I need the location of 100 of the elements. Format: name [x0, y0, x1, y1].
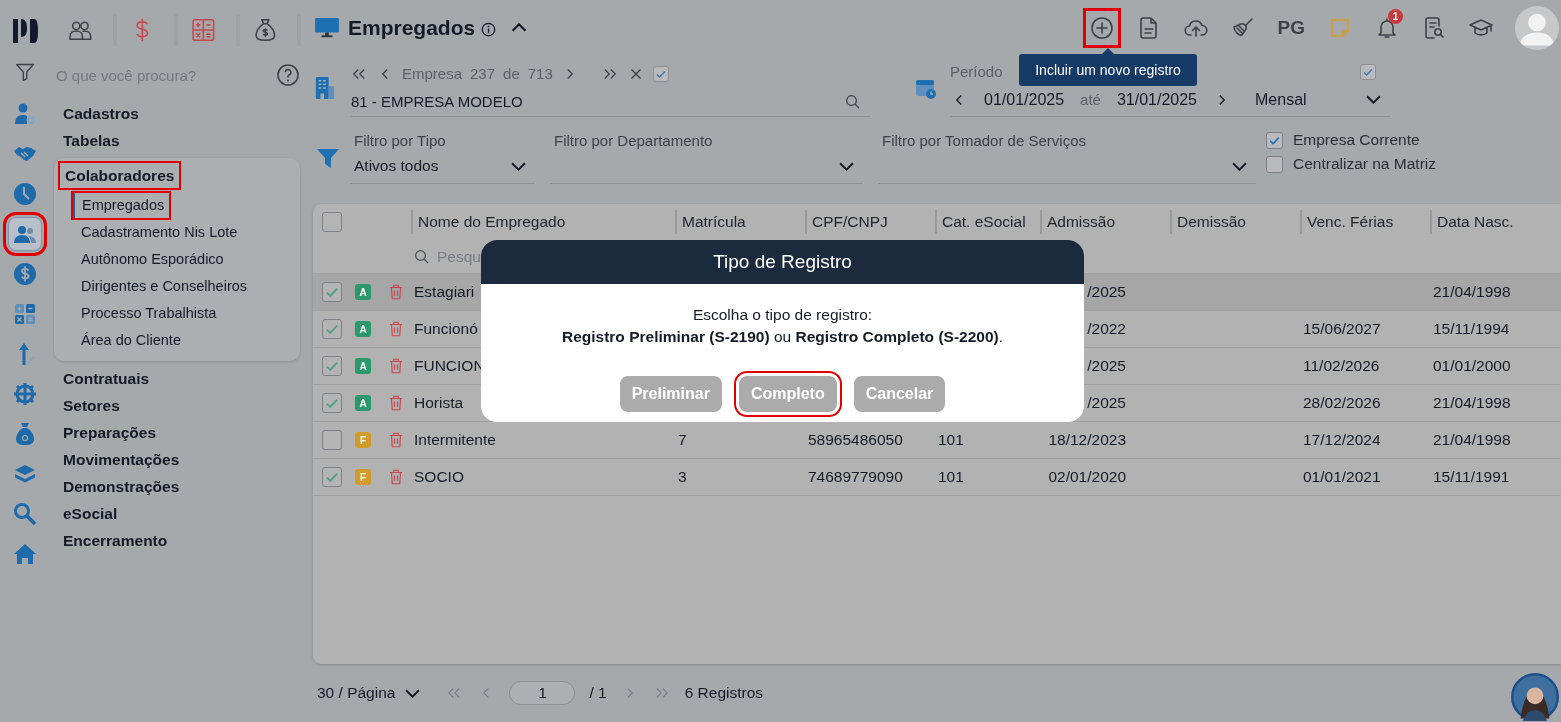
date-cell: /2025 [1087, 283, 1126, 300]
checkbox[interactable] [322, 282, 342, 302]
checkbox[interactable] [322, 467, 342, 487]
menu-item[interactable]: Setores [57, 392, 126, 419]
tooltip: Incluir um novo registro [1019, 54, 1197, 86]
period-dropdown[interactable]: Mensal [1255, 90, 1390, 109]
menu-item[interactable]: Demonstrações [57, 473, 186, 500]
checkbox-label: Centralizar na Matriz [1293, 155, 1436, 173]
document-cell: 74689779090 [808, 468, 903, 485]
logo-icon [11, 17, 39, 45]
column-header[interactable]: Venc. Férias [1307, 213, 1394, 231]
checkbox[interactable] [1266, 155, 1283, 173]
search-icon[interactable] [844, 92, 862, 111]
page-input[interactable]: 1 [509, 681, 576, 705]
name-cell: Horista [414, 394, 464, 411]
checkbox[interactable] [322, 212, 342, 232]
company-field[interactable]: 81 - EMPRESA MODELO [351, 87, 870, 117]
filter-dropdown[interactable]: Filtro por Tomador de Serviços [878, 128, 1256, 184]
tooltip-pointer [1102, 48, 1114, 54]
trash-icon[interactable] [387, 320, 405, 338]
menu-item[interactable]: eSocial [57, 500, 124, 527]
code-cell: 101 [938, 468, 964, 485]
checkbox[interactable] [322, 430, 342, 450]
submenu-item[interactable]: Dirigentes e Conselheiros [71, 273, 254, 300]
date-cell: 01/01/2000 [1433, 357, 1511, 374]
trash-icon[interactable] [387, 283, 405, 301]
name-cell: Intermitente [414, 431, 496, 448]
submenu-item[interactable]: Empregados [72, 192, 171, 219]
submenu-item[interactable]: Autônomo Esporádico [71, 246, 230, 273]
column-header[interactable]: Cat. eSocial [942, 213, 1026, 231]
company-total: 713 [527, 65, 553, 82]
user-avatar[interactable] [1515, 6, 1559, 50]
submenu-item[interactable]: Processo Trabalhista [71, 300, 223, 327]
help-icon[interactable] [276, 63, 300, 87]
column-header[interactable]: Admissão [1047, 213, 1116, 231]
checkbox[interactable] [1266, 131, 1283, 149]
chevron-down-icon [839, 161, 854, 171]
period-label: Período [950, 63, 1003, 80]
status-tag: A [355, 395, 371, 411]
money-bag-icon[interactable] [252, 17, 278, 43]
chevron-down-icon [511, 161, 526, 171]
column-header[interactable]: Data Nasc. [1437, 213, 1514, 231]
status-tag: A [355, 358, 371, 374]
assistant-avatar[interactable] [1511, 673, 1559, 721]
trash-icon[interactable] [387, 394, 405, 412]
dialog-message: Registro Preliminar (S-2190) ou Registro Completo (S-2200). [561, 327, 1003, 347]
trash-icon[interactable] [387, 357, 405, 375]
filter-icon[interactable] [15, 62, 35, 82]
menu-item[interactable]: Colaboradores [59, 162, 181, 189]
status-tag: F [355, 469, 371, 485]
code-cell: 101 [938, 431, 964, 448]
calculator-icon[interactable] [191, 17, 216, 43]
chevron-down-icon [1232, 161, 1247, 171]
checkbox[interactable] [322, 356, 342, 376]
menu-item[interactable]: Cadastros [57, 100, 145, 127]
menu-item[interactable]: Encerramento [57, 527, 174, 554]
date-cell: 21/04/1998 [1433, 283, 1511, 300]
checkbox[interactable] [1360, 63, 1376, 80]
filter-dropdown[interactable]: Filtro por Tipo Ativos todos [350, 128, 535, 184]
status-tag: A [355, 321, 371, 337]
date-cell: 21/04/1998 [1433, 394, 1511, 411]
date-cell: 15/11/1994 [1433, 320, 1510, 337]
plus-icon[interactable] [1084, 10, 1119, 46]
checkbox[interactable] [322, 393, 342, 413]
page-size-dropdown[interactable]: 30 / Página [317, 684, 424, 702]
company-label: Empresa [402, 65, 463, 82]
column-header[interactable]: Nome do Empregado [418, 213, 566, 231]
page-count: / 1 [589, 684, 607, 702]
column-header[interactable]: Demissão [1177, 213, 1246, 231]
checkbox[interactable] [322, 319, 342, 339]
checkbox[interactable] [652, 65, 669, 82]
funnel-icon [316, 146, 340, 170]
name-cell: Funcionó [414, 320, 478, 337]
date-cell: /2025 [1087, 394, 1126, 411]
info-icon[interactable] [481, 22, 497, 37]
menu-item[interactable]: Preparações [57, 419, 163, 446]
date-cell: /2022 [1087, 320, 1126, 337]
monitor-icon [314, 17, 340, 39]
column-header[interactable]: CPF/CNPJ [812, 213, 888, 231]
menu-item[interactable]: Tabelas [57, 127, 126, 154]
column-header[interactable]: Matrícula [682, 213, 746, 231]
dialog-message: Escolha o tipo de registro: [692, 305, 873, 325]
date-cell: /2025 [1087, 357, 1126, 374]
page-title: Empregados [348, 16, 476, 40]
start-date[interactable]: 01/01/2025 [984, 90, 1065, 109]
dialog-title: Tipo de Registro [713, 251, 852, 273]
checkbox-label: Empresa Corrente [1293, 131, 1420, 149]
menu-item[interactable]: Contratuais [57, 365, 156, 392]
menu-item[interactable]: Movimentações [57, 446, 186, 473]
date-cell: 15/06/2027 [1303, 320, 1381, 337]
pg-shortcut[interactable]: PG [1272, 10, 1310, 46]
date-cell: 28/02/2026 [1303, 394, 1381, 411]
status-tag: F [355, 432, 371, 448]
filter-dropdown[interactable]: Filtro por Departamento [550, 128, 863, 184]
end-date[interactable]: 31/01/2025 [1116, 90, 1197, 109]
trash-icon[interactable] [387, 431, 405, 449]
trash-icon[interactable] [387, 468, 405, 486]
submenu-item[interactable]: Área do Cliente [71, 327, 187, 354]
submenu-item[interactable]: Cadastramento Nis Lote [71, 219, 244, 246]
notification-badge: 1 [1388, 9, 1403, 24]
